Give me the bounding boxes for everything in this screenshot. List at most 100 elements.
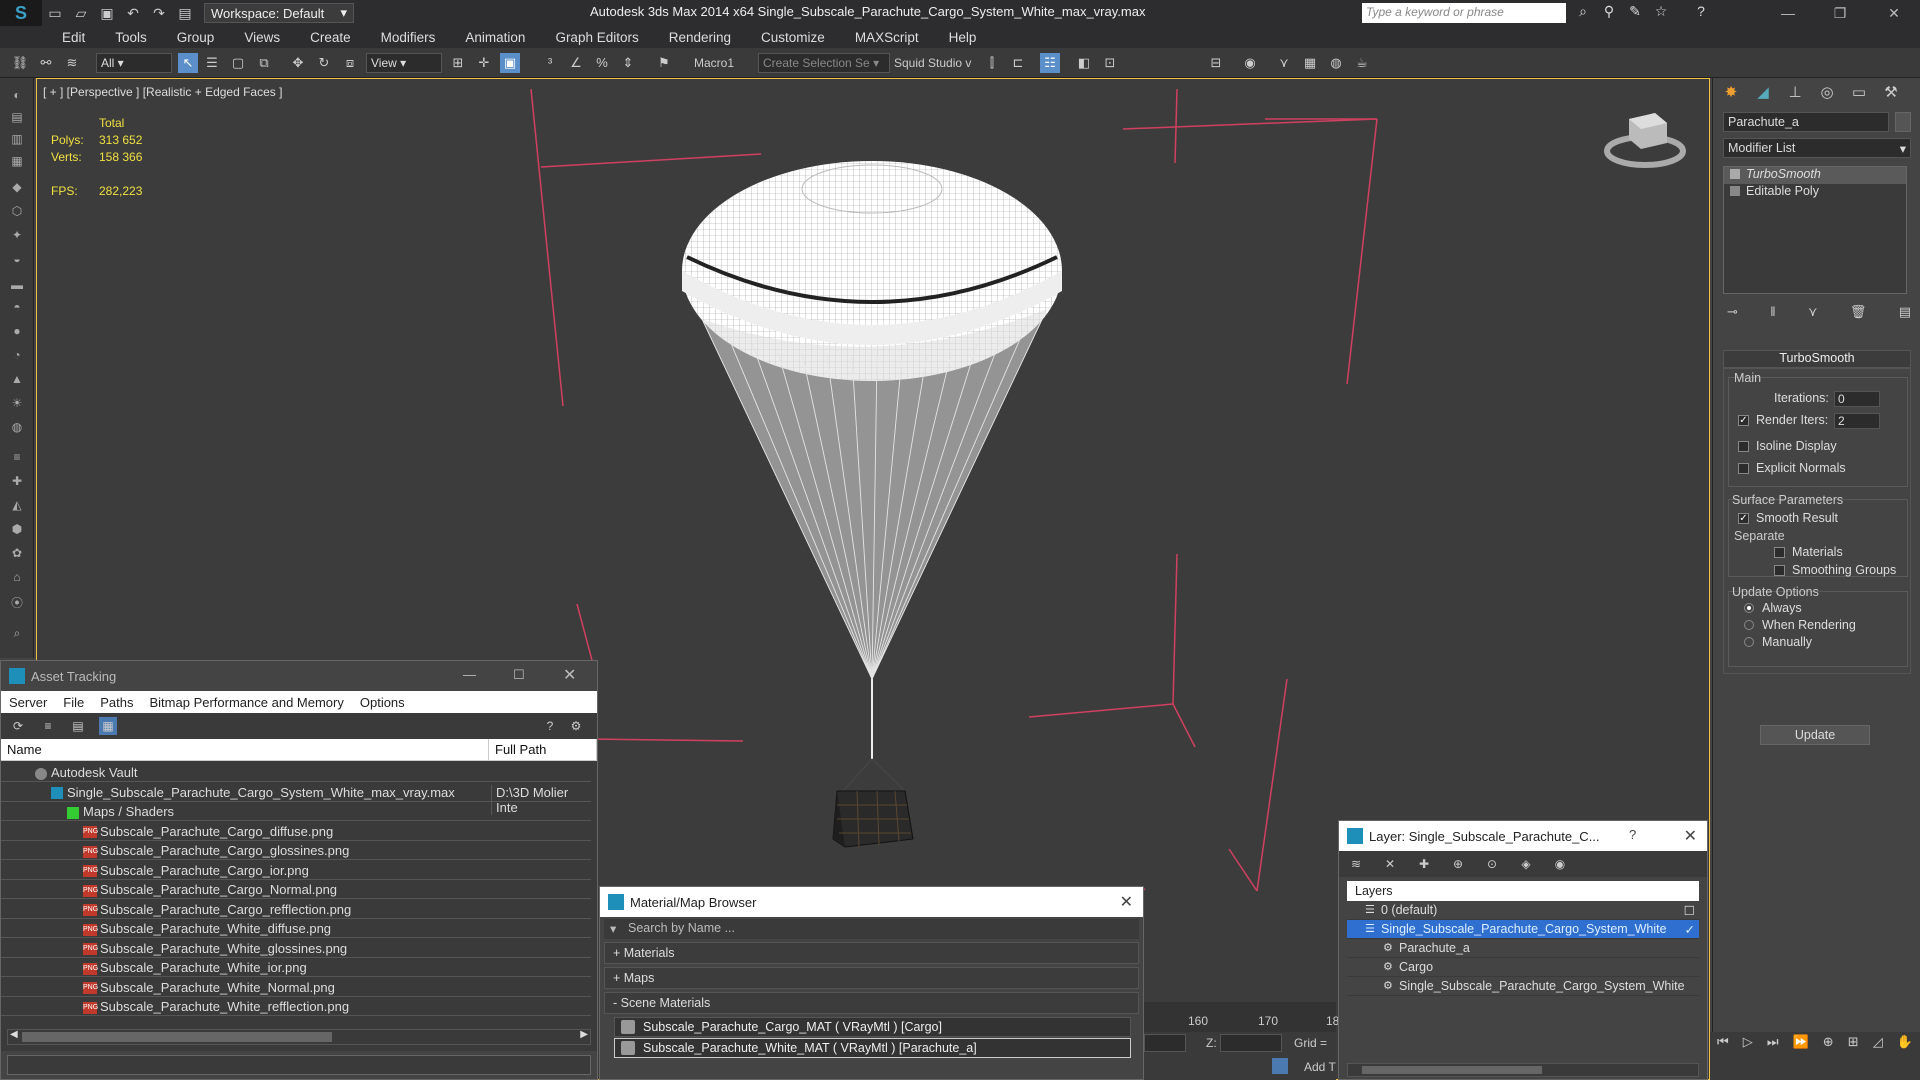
rendered-frame-window-icon[interactable]: ▦ <box>1300 53 1320 73</box>
rectangular-selection-icon[interactable]: ▢ <box>228 53 248 73</box>
parachute-model[interactable] <box>682 161 1062 759</box>
layer-horizontal-scrollbar[interactable] <box>1347 1063 1699 1077</box>
left-tool-1-icon[interactable]: ◐ <box>7 88 27 104</box>
left-tool-12-icon[interactable]: ◔ <box>7 348 27 364</box>
render-production-icon[interactable]: ◍ <box>1326 53 1346 73</box>
asset-menu-server[interactable]: Server <box>9 695 47 710</box>
menu-help[interactable]: Help <box>949 30 977 45</box>
category-scene-materials[interactable]: - Scene Materials <box>604 992 1139 1014</box>
material-browser-title-bar[interactable]: Material/Map Browser ✕ <box>600 887 1143 917</box>
left-tool-23-icon[interactable]: ⌕ <box>7 626 27 642</box>
asset-row[interactable]: PNG Subscale_Parachute_White_glossines.pn… <box>1 939 591 958</box>
communication-icon[interactable]: ✎ <box>1624 3 1646 23</box>
layer-options-icon[interactable]: ≋ <box>1347 855 1365 873</box>
view-cube-icon[interactable] <box>1604 113 1686 168</box>
angle-snap-icon[interactable]: ∠ <box>566 53 586 73</box>
unlink-icon[interactable]: ⚯ <box>36 53 56 73</box>
graphite-toolbar-icon[interactable]: ◧ <box>1074 53 1094 73</box>
z-coordinate-field[interactable] <box>1220 1034 1282 1052</box>
render-setup-icon[interactable]: ⋎ <box>1274 53 1294 73</box>
pivot-center-icon[interactable]: ⊞ <box>448 53 468 73</box>
menu-group[interactable]: Group <box>177 30 215 45</box>
asset-menu-file[interactable]: File <box>63 695 84 710</box>
menu-views[interactable]: Views <box>244 30 280 45</box>
layer-row[interactable]: ☰ 0 (default) ☐ <box>1347 901 1699 920</box>
tree-view-icon[interactable]: ▤ <box>69 717 87 735</box>
scroll-right-icon[interactable]: ▶ <box>580 1029 588 1040</box>
left-tool-7-icon[interactable]: ✦ <box>7 228 27 244</box>
asset-row[interactable]: PNG Subscale_Parachute_Cargo_ior.png <box>1 861 591 880</box>
menu-animation[interactable]: Animation <box>465 30 525 45</box>
asset-row[interactable]: PNG Subscale_Parachute_Cargo_diffuse.png <box>1 822 591 841</box>
asset-row[interactable]: PNG Subscale_Parachute_Cargo_refflection.… <box>1 900 591 919</box>
refresh-icon[interactable]: ⟳ <box>9 717 27 735</box>
app-logo-icon[interactable]: S <box>0 0 42 26</box>
horizontal-scrollbar[interactable]: ◀ ▶ <box>7 1029 591 1045</box>
move-icon[interactable]: ✥ <box>288 53 308 73</box>
left-tool-18-icon[interactable]: ◭ <box>7 498 27 514</box>
chevron-down-icon[interactable]: ▾ <box>610 921 616 936</box>
layer-explorer-title-bar[interactable]: Layer: Single_Subscale_Parachute_C... ? … <box>1339 821 1707 851</box>
settings-icon[interactable]: ⚙ <box>567 717 585 735</box>
menu-modifiers[interactable]: Modifiers <box>381 30 436 45</box>
go-to-end-icon[interactable]: ⏩ <box>1793 1034 1809 1056</box>
left-tool-15-icon[interactable]: ◍ <box>7 420 27 436</box>
hierarchy-tab-icon[interactable]: ⊥ <box>1779 80 1811 106</box>
new-file-icon[interactable]: ▭ <box>43 3 67 23</box>
menu-create[interactable]: Create <box>310 30 351 45</box>
keyboard-shortcut-override-icon[interactable]: ▣ <box>500 53 520 73</box>
percent-snap-icon[interactable]: % <box>592 53 612 73</box>
menu-edit[interactable]: Edit <box>62 30 85 45</box>
stack-item-editable-poly[interactable]: Editable Poly <box>1724 184 1906 201</box>
separate-smoothing-groups-checkbox[interactable]: Smoothing Groups <box>1774 563 1896 577</box>
undo-icon[interactable]: ↶ <box>121 3 145 23</box>
category-maps[interactable]: + Maps <box>604 967 1139 989</box>
select-manipulate-icon[interactable]: ✛ <box>474 53 494 73</box>
left-tool-9-icon[interactable]: ▬ <box>7 278 27 294</box>
help-icon[interactable]: ? <box>1629 827 1636 842</box>
timeline-ruler[interactable]: 160 170 18 <box>1144 1002 1339 1032</box>
close-icon[interactable]: ✕ <box>1684 826 1697 846</box>
search-input[interactable]: Type a keyword or phrase <box>1362 3 1566 23</box>
update-always-radio[interactable]: Always <box>1744 601 1802 615</box>
go-to-start-icon[interactable]: ⏮ <box>1717 1034 1729 1056</box>
render-iters-spinner[interactable]: 2 <box>1834 413 1880 429</box>
delete-layer-icon[interactable]: ✕ <box>1381 855 1399 873</box>
layer-row[interactable]: ⚙ Parachute_a <box>1347 939 1699 958</box>
explicit-normals-checkbox[interactable]: Explicit Normals <box>1738 461 1846 475</box>
left-tool-5-icon[interactable]: ◆ <box>7 180 27 196</box>
select-object-icon[interactable]: ↖ <box>178 53 198 73</box>
restore-icon[interactable]: ❐ <box>1818 0 1862 26</box>
pan-icon[interactable]: ✋ <box>1897 1034 1913 1056</box>
status-path-field[interactable] <box>7 1055 591 1075</box>
close-icon[interactable]: ✕ <box>1120 892 1133 912</box>
left-tool-11-icon[interactable]: ● <box>7 324 27 340</box>
left-tool-6-icon[interactable]: ⬡ <box>7 204 27 220</box>
smooth-result-checkbox[interactable]: ✓ Smooth Result <box>1738 511 1838 525</box>
left-tool-8-icon[interactable]: ◒ <box>7 252 27 268</box>
workspace-dropdown[interactable]: Workspace: Default ▾ <box>204 3 354 23</box>
asset-row[interactable]: PNG Subscale_Parachute_Cargo_glossines.pn… <box>1 841 591 860</box>
minimize-icon[interactable]: — <box>463 667 476 682</box>
iterations-spinner[interactable]: 0 <box>1834 391 1880 407</box>
material-item-cargo[interactable]: Subscale_Parachute_Cargo_MAT ( VRayMtl )… <box>614 1017 1131 1037</box>
cargo-model[interactable] <box>832 758 914 848</box>
asset-row[interactable]: PNG Subscale_Parachute_White_refflection.… <box>1 997 591 1016</box>
menu-graph-editors[interactable]: Graph Editors <box>555 30 638 45</box>
check-icon[interactable]: ✓ <box>1685 922 1695 937</box>
asset-row[interactable]: PNG Subscale_Parachute_Cargo_Normal.png <box>1 880 591 899</box>
list-view-icon[interactable]: ≡ <box>39 717 57 735</box>
left-tool-2-icon[interactable]: ▤ <box>7 110 27 126</box>
asset-row[interactable]: Autodesk Vault <box>1 763 591 782</box>
asset-row[interactable]: Maps / Shaders <box>1 802 591 821</box>
link-icon[interactable]: ⛓ <box>10 53 30 73</box>
layer-row[interactable]: ⚙ Single_Subscale_Parachute_Cargo_System_… <box>1347 977 1699 996</box>
asset-menu-paths[interactable]: Paths <box>100 695 133 710</box>
left-tool-3-icon[interactable]: ▥ <box>7 132 27 148</box>
field-of-view-icon[interactable]: ◿ <box>1873 1034 1883 1056</box>
menu-tools[interactable]: Tools <box>115 30 147 45</box>
left-tool-22-icon[interactable]: ⦿ <box>7 594 27 610</box>
update-button[interactable]: Update <box>1760 725 1870 745</box>
next-frame-icon[interactable]: ⏭ <box>1767 1034 1779 1056</box>
squid-studio-label[interactable]: Squid Studio v <box>894 56 971 70</box>
